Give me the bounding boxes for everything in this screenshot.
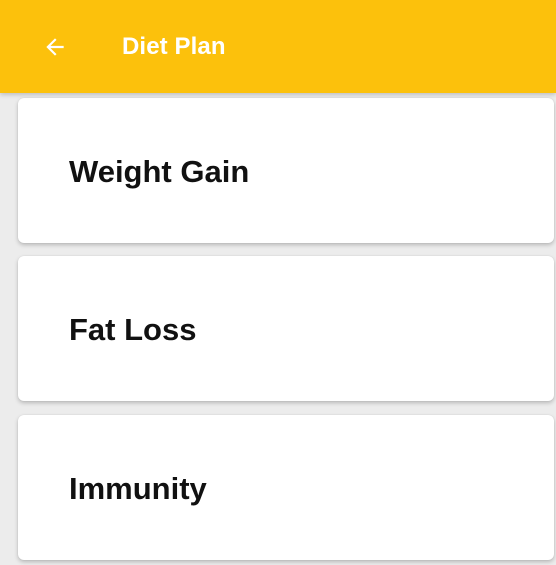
plan-card-label: Immunity — [69, 471, 207, 506]
plan-card-immunity[interactable]: Immunity — [18, 415, 554, 560]
plan-card-fat-loss[interactable]: Fat Loss — [18, 256, 554, 401]
plan-card-label: Weight Gain — [69, 154, 250, 189]
app-bar: Diet Plan — [0, 0, 556, 93]
arrow-left-icon — [46, 38, 64, 56]
back-button[interactable] — [36, 28, 74, 66]
diet-plan-list: Weight Gain Fat Loss Immunity — [0, 93, 556, 565]
page-title: Diet Plan — [122, 33, 226, 60]
plan-card-label: Fat Loss — [69, 312, 197, 347]
plan-card-weight-gain[interactable]: Weight Gain — [18, 98, 554, 243]
